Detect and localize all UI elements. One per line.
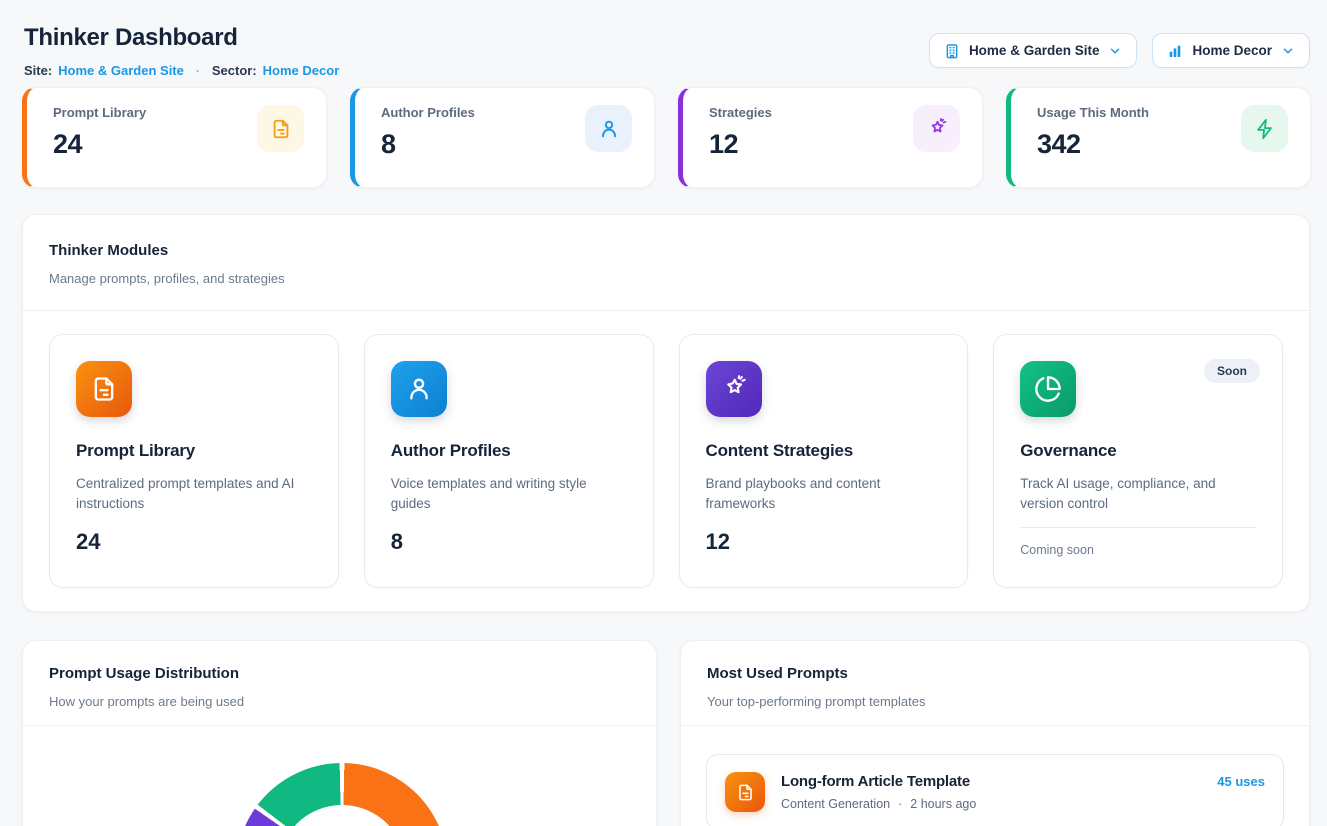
- prompt-item-time: 2 hours ago: [910, 797, 976, 811]
- stats-row: Prompt Library 24 Author Profiles 8 Stra…: [22, 87, 1311, 188]
- usage-card-subtitle: How your prompts are being used: [49, 694, 630, 709]
- module-description: Brand playbooks and content frameworks: [706, 474, 942, 514]
- pie-chart-icon: [1020, 361, 1076, 417]
- site-link[interactable]: Home & Garden Site: [58, 63, 184, 78]
- stat-card-author-profiles[interactable]: Author Profiles 8: [350, 87, 655, 188]
- module-count: 24: [76, 529, 312, 555]
- module-footer: Coming soon: [1020, 527, 1256, 561]
- star-sparkle-icon: [706, 361, 762, 417]
- person-icon: [391, 361, 447, 417]
- stat-card-strategies[interactable]: Strategies 12: [678, 87, 983, 188]
- chevron-down-icon: [1281, 44, 1295, 58]
- module-card-prompt-library[interactable]: Prompt Library Centralized prompt templa…: [49, 334, 339, 588]
- prompts-card-subtitle: Your top-performing prompt templates: [707, 694, 1283, 709]
- breadcrumb-separator: ·: [196, 64, 200, 78]
- coming-soon-text: Coming soon: [1020, 543, 1256, 557]
- chevron-down-icon: [1108, 44, 1122, 58]
- header-actions: Home & Garden Site Home Decor: [929, 33, 1310, 68]
- modules-title: Thinker Modules: [49, 242, 1283, 259]
- star-sparkle-icon: [913, 105, 960, 152]
- usage-card-header: Prompt Usage Distribution How your promp…: [23, 641, 656, 726]
- document-icon: [257, 105, 304, 152]
- module-card-author-profiles[interactable]: Author Profiles Voice templates and writ…: [364, 334, 654, 588]
- meta-separator: ·: [898, 797, 902, 811]
- site-selector-dropdown[interactable]: Home & Garden Site: [929, 33, 1138, 68]
- prompts-card-header: Most Used Prompts Your top-performing pr…: [681, 641, 1309, 726]
- zap-icon: [1241, 105, 1288, 152]
- usage-distribution-card: Prompt Usage Distribution How your promp…: [22, 640, 657, 826]
- sector-label: Sector:: [212, 63, 257, 78]
- prompts-card-title: Most Used Prompts: [707, 665, 1283, 682]
- usage-card-title: Prompt Usage Distribution: [49, 665, 630, 682]
- modules-panel-header: Thinker Modules Manage prompts, profiles…: [23, 215, 1309, 311]
- sector-link[interactable]: Home Decor: [263, 63, 340, 78]
- module-description: Centralized prompt templates and AI inst…: [76, 474, 312, 514]
- module-card-content-strategies[interactable]: Content Strategies Brand playbooks and c…: [679, 334, 969, 588]
- prompt-list: Long-form Article Template Content Gener…: [681, 726, 1309, 826]
- prompt-item-meta: Content Generation · 2 hours ago: [781, 797, 1201, 811]
- dashboard-page: Thinker Dashboard Site: Home & Garden Si…: [0, 0, 1327, 826]
- stat-card-prompt-library[interactable]: Prompt Library 24: [22, 87, 327, 188]
- prompt-item-title: Long-form Article Template: [781, 773, 1201, 790]
- module-title: Governance: [1020, 441, 1256, 461]
- modules-subtitle: Manage prompts, profiles, and strategies: [49, 271, 1283, 286]
- modules-grid: Prompt Library Centralized prompt templa…: [23, 311, 1309, 588]
- site-selector-label: Home & Garden Site: [969, 43, 1100, 58]
- modules-panel: Thinker Modules Manage prompts, profiles…: [22, 214, 1310, 612]
- prompt-item-main: Long-form Article Template Content Gener…: [781, 773, 1201, 811]
- module-description: Track AI usage, compliance, and version …: [1020, 474, 1256, 514]
- module-description: Voice templates and writing style guides: [391, 474, 627, 514]
- prompt-list-item[interactable]: Long-form Article Template Content Gener…: [706, 754, 1284, 826]
- prompt-item-category: Content Generation: [781, 797, 890, 811]
- usage-chart-area: 15%: [23, 726, 656, 826]
- module-title: Author Profiles: [391, 441, 627, 461]
- document-icon: [725, 772, 765, 812]
- stat-card-usage[interactable]: Usage This Month 342: [1006, 87, 1311, 188]
- module-title: Prompt Library: [76, 441, 312, 461]
- document-icon: [76, 361, 132, 417]
- module-card-governance[interactable]: Soon Governance Track AI usage, complian…: [993, 334, 1283, 588]
- usage-donut-chart: [236, 763, 448, 826]
- prompt-item-uses-badge: 45 uses: [1217, 774, 1265, 789]
- bar-chart-icon: [1167, 43, 1183, 59]
- donut-hole: [278, 805, 406, 826]
- sector-selector-label: Home Decor: [1192, 43, 1272, 58]
- divider: [1020, 527, 1256, 528]
- sector-selector-dropdown[interactable]: Home Decor: [1152, 33, 1310, 68]
- building-icon: [944, 43, 960, 59]
- site-label: Site:: [24, 63, 52, 78]
- module-count: 8: [391, 529, 627, 555]
- module-title: Content Strategies: [706, 441, 942, 461]
- most-used-prompts-card: Most Used Prompts Your top-performing pr…: [680, 640, 1310, 826]
- module-count: 12: [706, 529, 942, 555]
- page-header: Thinker Dashboard Site: Home & Garden Si…: [24, 24, 1310, 78]
- soon-badge: Soon: [1204, 359, 1260, 383]
- person-icon: [585, 105, 632, 152]
